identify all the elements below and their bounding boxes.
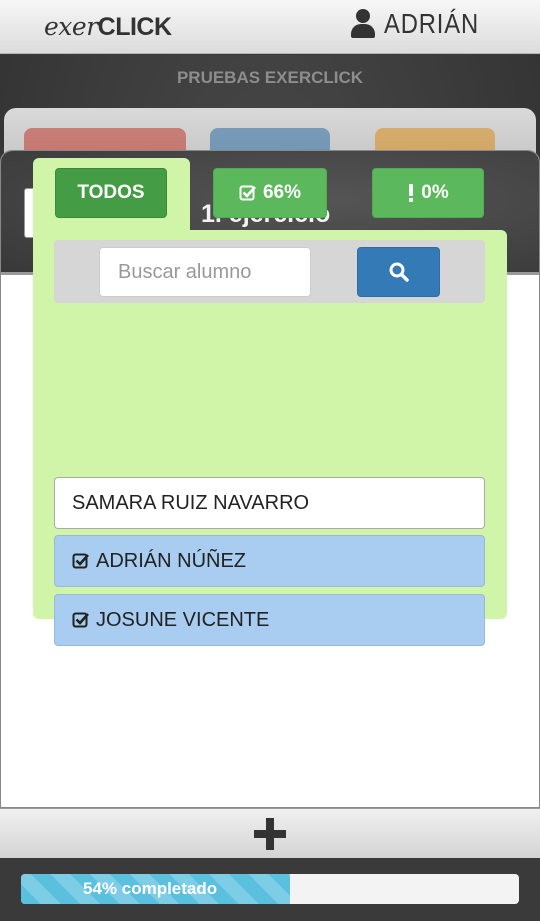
user-icon [350, 9, 376, 39]
progress-bar: 54% completado [21, 874, 519, 904]
tab-todos[interactable]: TODOS [55, 168, 167, 218]
student-name: ADRIÁN NÚÑEZ [96, 549, 247, 572]
plus-icon [254, 817, 286, 850]
exclamation-icon [409, 184, 414, 202]
student-row[interactable]: SAMARA RUIZ NAVARRO [54, 477, 485, 529]
student-row[interactable]: ADRIÁN NÚÑEZ [54, 535, 485, 587]
check-square-icon [72, 612, 89, 628]
top-bar: exerCLICK ADRIÁN [0, 0, 540, 54]
add-bar[interactable] [0, 808, 540, 858]
tab-pending[interactable]: 0% [372, 168, 484, 218]
app-logo[interactable]: exerCLICK [44, 12, 172, 42]
tab-label: 0% [421, 182, 449, 203]
student-row[interactable]: JOSUNE VICENTE [54, 594, 485, 646]
tab-label: 66% [262, 182, 302, 203]
progress-label: 54% completado [83, 879, 218, 898]
search-input[interactable] [99, 247, 311, 297]
progress-section: 54% completado [0, 858, 540, 921]
user-menu[interactable]: ADRIÁN [350, 8, 496, 40]
student-name: JOSUNE VICENTE [96, 608, 270, 631]
tab-completed[interactable]: 66% [213, 168, 327, 218]
check-square-icon [239, 185, 256, 201]
search-button[interactable] [357, 247, 440, 297]
tab-label: TODOS [77, 182, 145, 203]
student-name: SAMARA RUIZ NAVARRO [72, 491, 310, 514]
search-icon [389, 262, 409, 282]
page-subtitle: PRUEBAS EXERCLICK [176, 68, 364, 87]
user-name: ADRIÁN [384, 8, 480, 39]
check-square-icon [72, 553, 89, 569]
